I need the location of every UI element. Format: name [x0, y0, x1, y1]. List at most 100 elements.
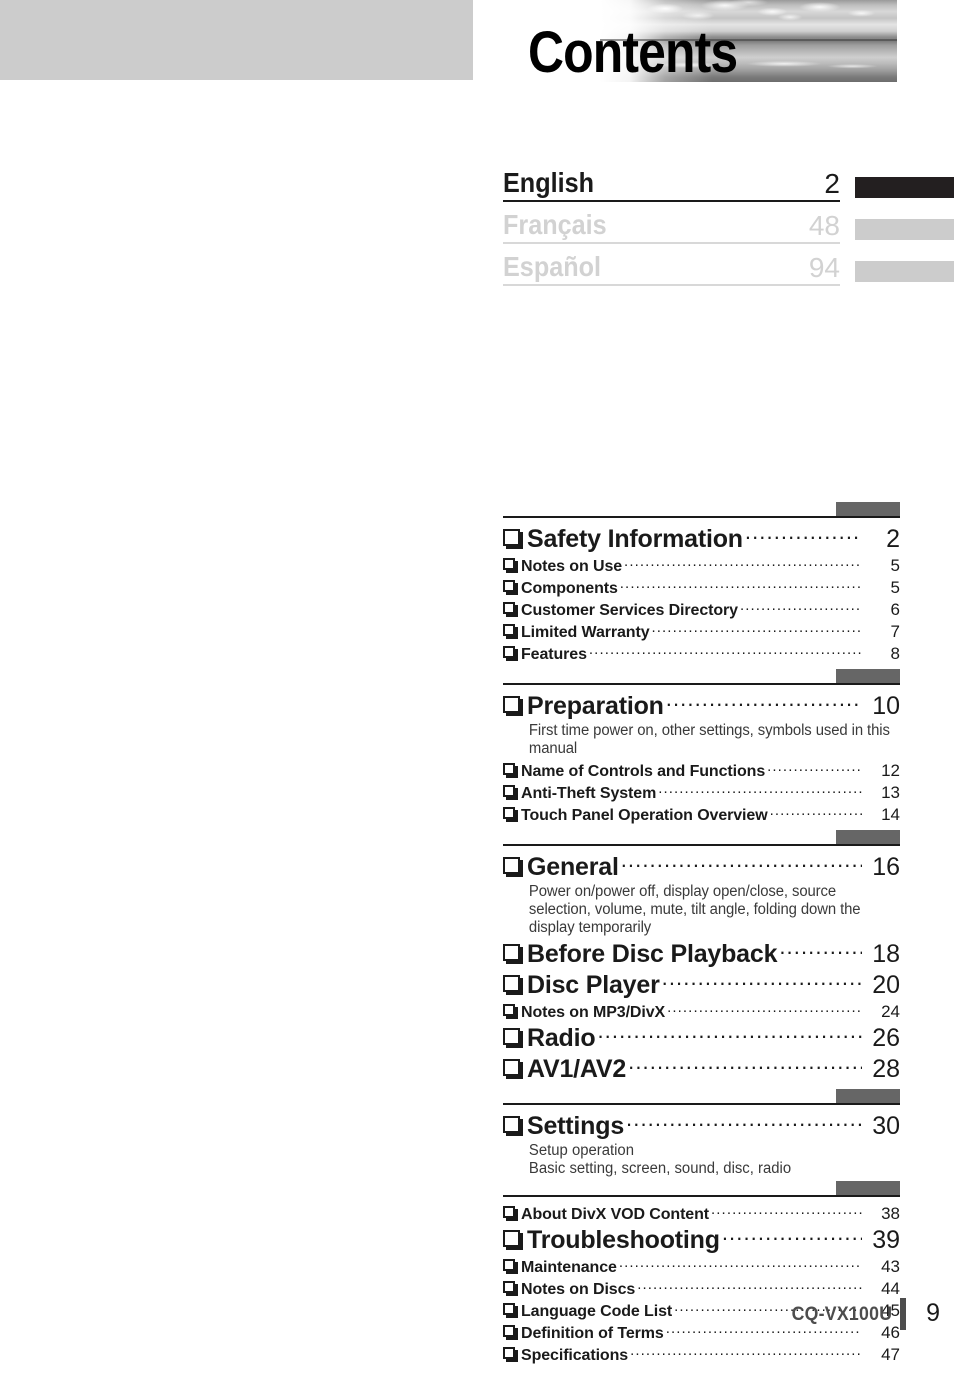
section-tab-marker [836, 1089, 900, 1103]
toc-entry-page: 12 [881, 761, 900, 780]
toc-entry-page: 47 [881, 1345, 900, 1364]
language-tab-marker [855, 177, 954, 198]
toc-entry-label: Components [521, 580, 618, 597]
toc-entry[interactable]: Before Disc Playback....................… [503, 940, 900, 971]
checkbox-icon [503, 975, 523, 995]
checkbox-icon [503, 1116, 523, 1136]
toc-entry[interactable]: Limited Warranty........................… [503, 622, 900, 644]
checkbox-icon [503, 646, 518, 661]
toc-entry[interactable]: Disc Player.............................… [503, 971, 900, 1002]
page-number: 9 [926, 1299, 940, 1327]
toc-entry[interactable]: Anti-Theft System.......................… [503, 783, 900, 805]
language-index: English 2 Français 48 Español 94 [503, 160, 954, 286]
language-tab-marker [855, 219, 954, 240]
toc-entry-label: Customer Services Directory [521, 602, 738, 619]
dot-leader: ........................................… [626, 1112, 862, 1131]
page-title: Contents [528, 20, 738, 85]
dot-leader: ........................................… [665, 692, 862, 711]
toc-entry[interactable]: Features................................… [503, 644, 900, 666]
table-of-contents: Safety Information......................… [503, 502, 954, 1384]
language-tab-marker [855, 261, 954, 282]
toc-entry-note: Power on/power off, display open/close, … [528, 883, 861, 936]
dot-leader: ........................................… [618, 1257, 862, 1271]
toc-entry[interactable]: Touch Panel Operation Overview..........… [503, 805, 900, 827]
dot-leader: ........................................… [661, 971, 862, 990]
checkbox-icon [503, 1004, 518, 1019]
toc-entry-page: 43 [881, 1257, 900, 1276]
checkbox-icon [503, 1206, 518, 1221]
toc-entry-label: Disc Player [527, 971, 660, 999]
toc-entry[interactable]: AV1/AV2.................................… [503, 1055, 900, 1086]
toc-entry[interactable]: Name of Controls and Functions..........… [503, 761, 900, 783]
checkbox-icon [503, 602, 518, 617]
language-row-espaol[interactable]: Español 94 [503, 244, 954, 286]
toc-entry[interactable]: General.................................… [503, 853, 900, 884]
toc-entry-page: 26 [872, 1024, 900, 1052]
toc-entry[interactable]: Notes on MP3/DivX.......................… [503, 1002, 900, 1024]
toc-entry-label: Name of Controls and Functions [521, 763, 766, 780]
toc-entry-label: Notes on Use [521, 558, 623, 575]
dot-leader: ........................................… [637, 1279, 862, 1293]
toc-section: Safety Information......................… [503, 502, 954, 666]
dot-leader: ........................................… [630, 1345, 862, 1359]
toc-entry[interactable]: Preparation.............................… [503, 692, 900, 723]
section-tab-marker [836, 669, 900, 683]
language-row-english[interactable]: English 2 [503, 160, 954, 202]
toc-entry-page: 24 [881, 1002, 900, 1021]
language-name: Français [503, 209, 607, 240]
toc-entry-page: 38 [881, 1204, 900, 1223]
toc-entry-page: 18 [872, 940, 900, 968]
toc-entry-page: 13 [881, 783, 900, 802]
footer-divider [900, 1298, 906, 1330]
toc-entry[interactable]: Notes on Use............................… [503, 556, 900, 578]
toc-entry[interactable]: Customer Services Directory.............… [503, 600, 900, 622]
toc-entry-label: Radio [527, 1024, 596, 1052]
dot-leader: ........................................… [769, 805, 862, 819]
dot-leader: ........................................… [620, 853, 862, 872]
toc-entry-label: Notes on MP3/DivX [521, 1004, 666, 1021]
checkbox-icon [503, 529, 523, 549]
section-rule [503, 830, 900, 846]
toc-entry[interactable]: Maintenance.............................… [503, 1257, 900, 1279]
language-rule [503, 284, 840, 286]
language-page-number: 48 [808, 210, 840, 241]
toc-entry-note: Setup operation Basic setting, screen, s… [528, 1142, 792, 1177]
checkbox-icon [503, 1281, 518, 1296]
toc-entry[interactable]: Troubleshooting.........................… [503, 1226, 900, 1257]
checkbox-icon [503, 1259, 518, 1274]
toc-entry-page: 30 [872, 1112, 900, 1140]
toc-entry-page: 6 [890, 600, 900, 619]
dot-leader: ........................................… [721, 1226, 862, 1245]
language-page-number: 94 [808, 252, 840, 283]
toc-entry-label: Troubleshooting [527, 1226, 720, 1254]
section-rule [503, 1089, 900, 1105]
toc-entry-label: Limited Warranty [521, 624, 650, 641]
language-name: Español [503, 251, 602, 282]
toc-entry[interactable]: Safety Information......................… [503, 525, 900, 556]
dot-leader: ........................................… [651, 622, 863, 636]
checkbox-icon [503, 1059, 523, 1079]
toc-entry-page: 10 [872, 692, 900, 720]
toc-entry[interactable]: Specifications..........................… [503, 1345, 900, 1367]
checkbox-icon [503, 1347, 518, 1362]
toc-entry-label: General [527, 853, 619, 881]
toc-entry-label: Anti-Theft System [521, 785, 657, 802]
checkbox-icon [503, 1325, 518, 1340]
dot-leader: ........................................… [779, 940, 862, 959]
section-tab-marker [836, 502, 900, 516]
section-rule [503, 502, 900, 518]
section-tab-marker [836, 1181, 900, 1195]
toc-entry-label: Maintenance [521, 1259, 617, 1276]
toc-entry-note: First time power on, other settings, sym… [528, 722, 890, 757]
section-rule [503, 669, 900, 685]
toc-entry-label: About DivX VOD Content [521, 1206, 710, 1223]
dot-leader: ........................................… [744, 525, 862, 544]
toc-entry-page: 39 [872, 1226, 900, 1254]
checkbox-icon [503, 1303, 518, 1318]
dot-leader: ........................................… [624, 556, 862, 570]
toc-entry[interactable]: Components..............................… [503, 578, 900, 600]
language-row-franais[interactable]: Français 48 [503, 202, 954, 244]
toc-entry[interactable]: About DivX VOD Content..................… [503, 1204, 900, 1226]
toc-entry[interactable]: Settings................................… [503, 1112, 900, 1143]
toc-entry[interactable]: Radio...................................… [503, 1024, 900, 1055]
